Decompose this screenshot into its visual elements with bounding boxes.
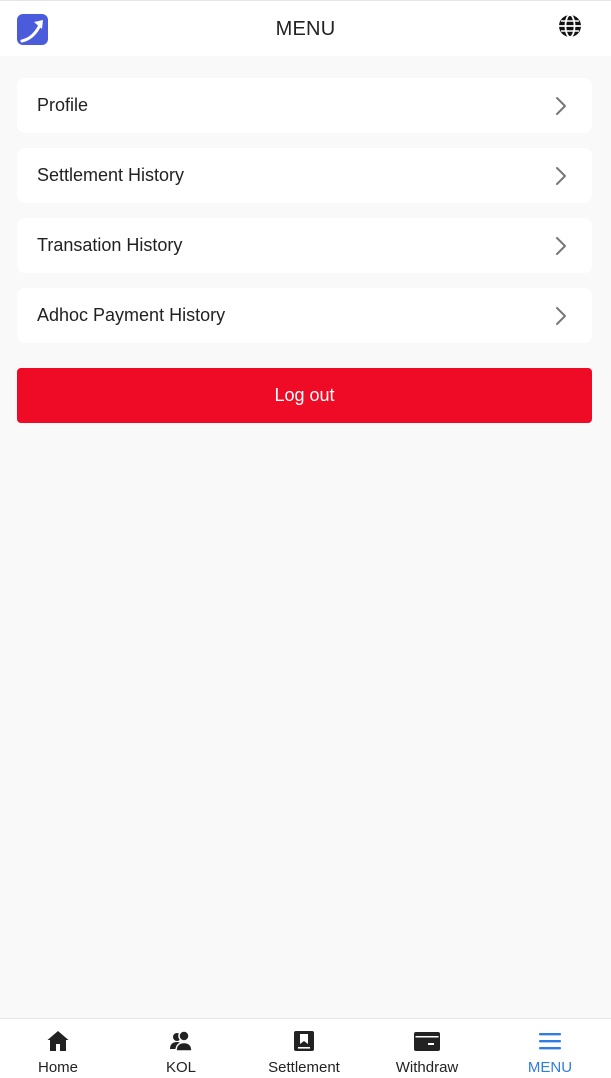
menu-item-label: Transation History [37, 235, 183, 255]
wallet-icon [414, 1029, 440, 1053]
menu-item-label: Profile [37, 95, 89, 115]
menu-item-settlement-history[interactable]: Settlement History [17, 148, 592, 203]
nav-label: Home [37, 1059, 78, 1076]
nav-item-withdraw[interactable]: Withdraw [366, 1019, 488, 1078]
menu-item-profile[interactable]: Profile [17, 78, 592, 133]
menu-item-label: Adhoc Payment History [37, 305, 226, 325]
app-root: MENU Profile Settlement History Transati… [0, 0, 611, 1078]
users-icon [169, 1029, 193, 1053]
top-header: MENU [0, 0, 611, 56]
nav-item-settlement[interactable]: Settlement [243, 1019, 365, 1078]
chevron-right-icon [553, 305, 569, 327]
nav-label: MENU [527, 1059, 573, 1076]
menu-item-adhoc-payment-history[interactable]: Adhoc Payment History [17, 288, 592, 343]
nav-label: Settlement [268, 1059, 340, 1076]
page-title: MENU [275, 18, 336, 40]
nav-label: KOL [165, 1059, 196, 1076]
logout-button[interactable]: Log out [17, 368, 592, 423]
menu-item-transation-history[interactable]: Transation History [17, 218, 592, 273]
chevron-right-icon [553, 235, 569, 257]
nav-item-kol[interactable]: KOL [120, 1019, 242, 1078]
bookmark-box-icon [292, 1029, 316, 1053]
chevron-right-icon [553, 95, 569, 117]
bottom-nav: Home KOL Settlement Withdraw MENU [0, 1018, 611, 1078]
globe-icon[interactable] [557, 13, 583, 39]
nav-item-menu[interactable]: MENU [489, 1019, 611, 1078]
nav-item-home[interactable]: Home [0, 1019, 119, 1078]
menu-item-label: Settlement History [37, 165, 185, 185]
home-icon [46, 1029, 70, 1053]
hamburger-icon [538, 1029, 562, 1053]
chevron-right-icon [553, 165, 569, 187]
nav-label: Withdraw [395, 1059, 459, 1076]
